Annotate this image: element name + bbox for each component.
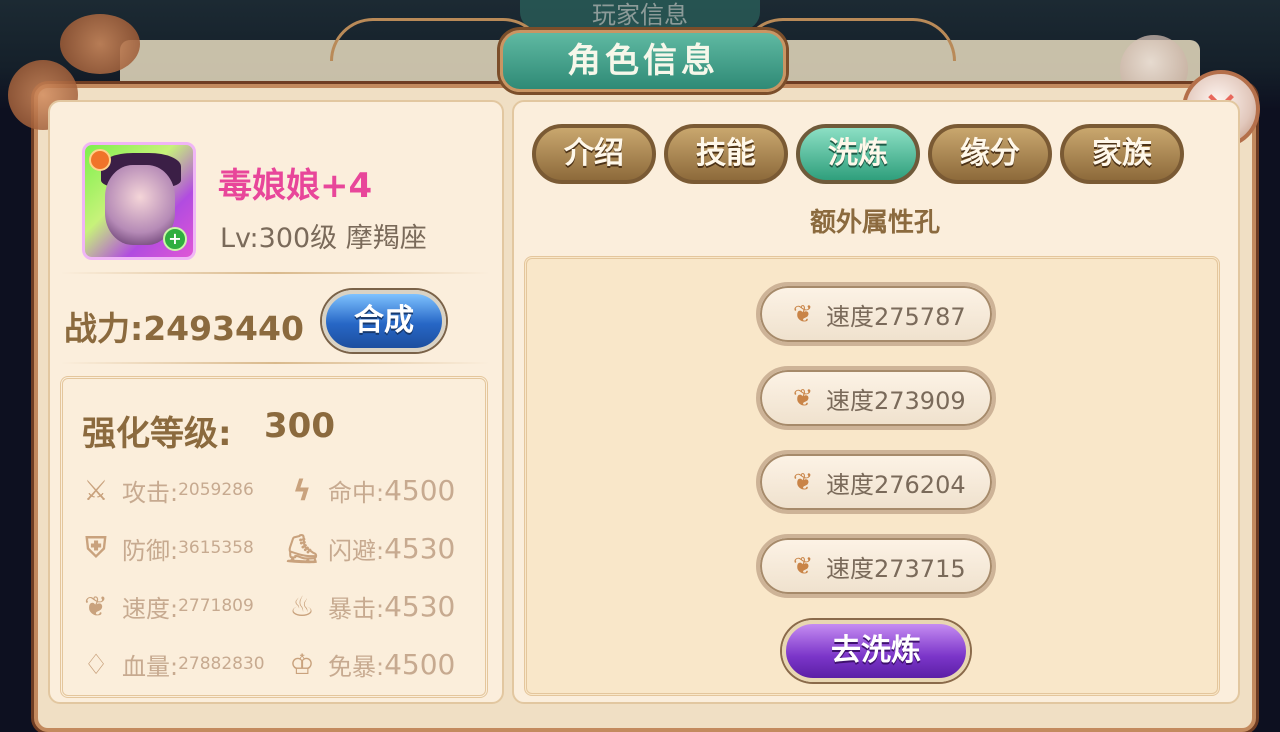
shoe-icon: ⛸ bbox=[284, 531, 320, 565]
stat-label: 闪避: bbox=[328, 536, 385, 565]
stat-value: 2059286 bbox=[178, 480, 254, 500]
shield-icon: ⛨ bbox=[85, 531, 107, 564]
stat-speed: ❦ 速度: 2771809 bbox=[78, 588, 254, 624]
stat-value: 4530 bbox=[384, 589, 456, 623]
stat-label: 血量: bbox=[122, 652, 179, 681]
stat-value: 3615358 bbox=[178, 538, 254, 558]
tab-refine[interactable]: 洗炼 bbox=[796, 124, 920, 184]
dialog-title: 角色信息 bbox=[500, 30, 786, 92]
stat-value: 2771809 bbox=[178, 596, 254, 616]
stat-defense: ⛨ 防御: 3615358 bbox=[78, 530, 254, 566]
attribute-slot[interactable]: ❦ 速度276204 bbox=[756, 450, 996, 514]
stat-label: 暴击: bbox=[328, 594, 385, 623]
tab-family[interactable]: 家族 bbox=[1060, 124, 1184, 184]
slot-text: 速度275787 bbox=[826, 302, 966, 331]
sword-icon: ⚔ bbox=[83, 473, 109, 507]
wing-icon: ❦ bbox=[792, 384, 814, 412]
stat-label: 免暴: bbox=[328, 652, 385, 681]
stat-dodge: ⛸ 闪避: 4530 bbox=[284, 530, 455, 566]
slot-text: 速度276204 bbox=[826, 470, 966, 499]
wing-icon: ❦ bbox=[792, 552, 814, 580]
wing-icon: ❦ bbox=[84, 589, 108, 623]
drop-icon: ♢ bbox=[83, 647, 109, 681]
corner-ornament-icon bbox=[60, 14, 140, 74]
combat-power: 战力:2493440 bbox=[64, 309, 304, 348]
crest-icon: ♔ bbox=[289, 647, 315, 681]
enhance-value: 300 bbox=[264, 406, 335, 446]
divider bbox=[60, 272, 490, 274]
stat-value: 27882830 bbox=[178, 654, 265, 674]
stat-crit: ♨ 暴击: 4530 bbox=[284, 588, 455, 624]
flame-icon: ♨ bbox=[289, 589, 315, 623]
stat-value: 4530 bbox=[384, 531, 456, 565]
attribute-slot[interactable]: ❦ 速度273909 bbox=[756, 366, 996, 430]
wing-icon: ❦ bbox=[792, 300, 814, 328]
stat-value: 4500 bbox=[384, 647, 456, 681]
tab-fate[interactable]: 缘分 bbox=[928, 124, 1052, 184]
character-avatar[interactable]: + bbox=[82, 142, 196, 260]
compose-button[interactable]: 合成 bbox=[322, 290, 446, 352]
stat-value: 4500 bbox=[384, 473, 456, 507]
stat-label: 命中: bbox=[328, 478, 385, 507]
stat-hit: ϟ 命中: 4500 bbox=[284, 472, 456, 508]
refine-button[interactable]: 去洗炼 bbox=[782, 620, 970, 682]
stat-hp: ♢ 血量: 27882830 bbox=[78, 646, 265, 682]
tab-skills[interactable]: 技能 bbox=[664, 124, 788, 184]
rank-badge-icon bbox=[89, 149, 111, 171]
stat-label: 速度: bbox=[122, 594, 179, 623]
slot-text: 速度273715 bbox=[826, 554, 966, 583]
section-title: 额外属性孔 bbox=[809, 208, 940, 238]
lightning-icon: ϟ bbox=[292, 473, 312, 507]
enhance-label: 强化等级: bbox=[82, 414, 232, 454]
plus-badge-icon: + bbox=[163, 227, 187, 251]
stat-attack: ⚔ 攻击: 2059286 bbox=[78, 472, 254, 508]
slot-text: 速度273909 bbox=[826, 386, 966, 415]
stat-label: 防御: bbox=[122, 536, 179, 565]
attribute-slot[interactable]: ❦ 速度273715 bbox=[756, 534, 996, 598]
tab-intro[interactable]: 介绍 bbox=[532, 124, 656, 184]
stat-label: 攻击: bbox=[122, 478, 179, 507]
background-title: 玩家信息 bbox=[520, 0, 760, 30]
character-level: Lv:300级 摩羯座 bbox=[220, 223, 427, 254]
divider bbox=[60, 362, 490, 364]
attribute-slot[interactable]: ❦ 速度275787 bbox=[756, 282, 996, 346]
character-name: 毒娘娘+4 bbox=[218, 166, 373, 206]
wing-icon: ❦ bbox=[792, 468, 814, 496]
stat-crit-resist: ♔ 免暴: 4500 bbox=[284, 646, 455, 682]
